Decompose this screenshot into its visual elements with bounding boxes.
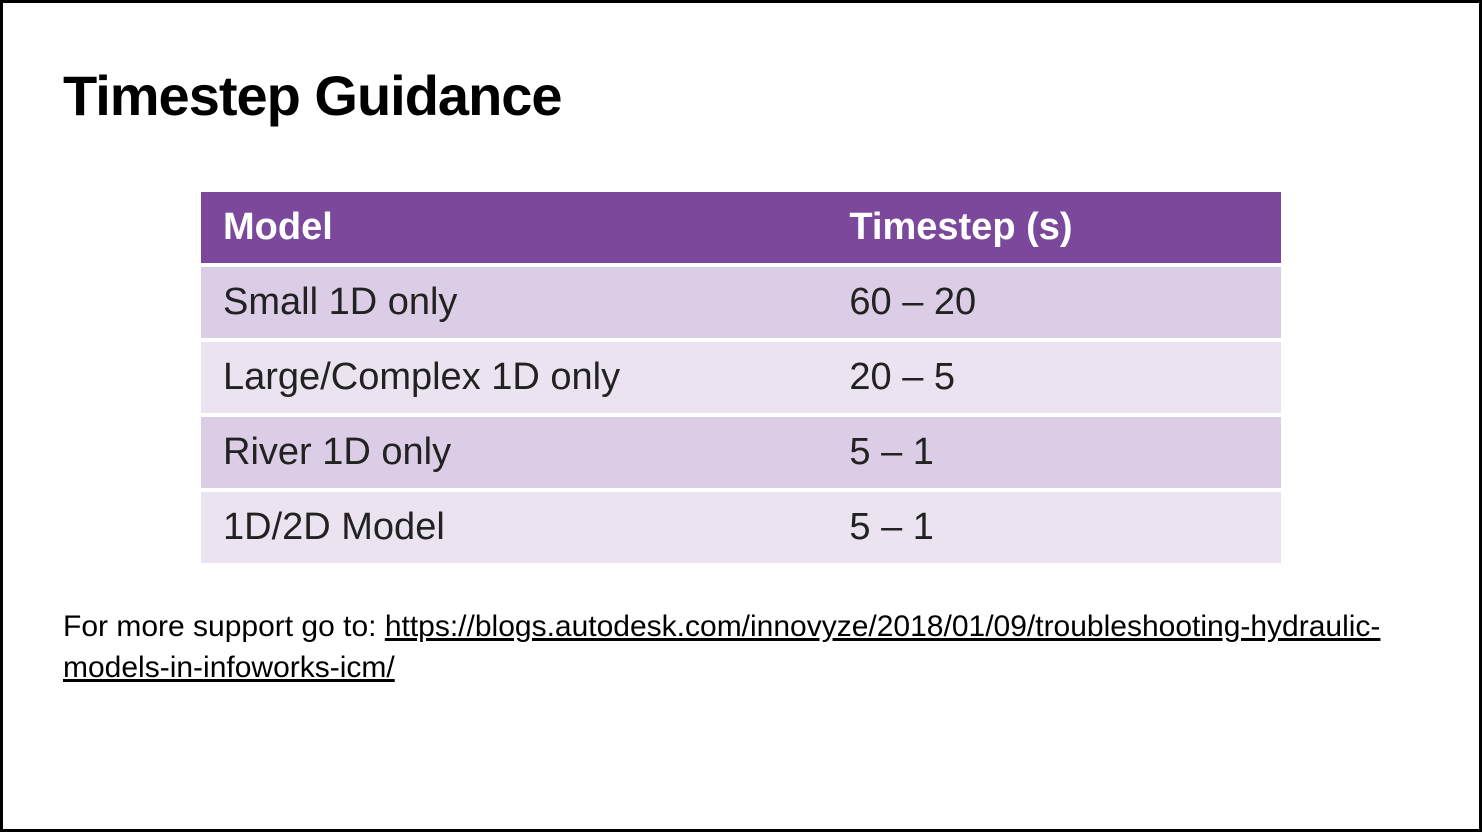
page-title: Timestep Guidance [63,63,1419,128]
table-row: Large/Complex 1D only 20 – 5 [201,342,1281,413]
cell-model: Small 1D only [201,267,827,338]
header-timestep: Timestep (s) [827,192,1281,263]
cell-timestep: 60 – 20 [827,267,1281,338]
table-row: River 1D only 5 – 1 [201,417,1281,488]
cell-model: Large/Complex 1D only [201,342,827,413]
cell-timestep: 5 – 1 [827,417,1281,488]
table-header-row: Model Timestep (s) [201,192,1281,263]
header-model: Model [201,192,827,263]
cell-model: River 1D only [201,417,827,488]
guidance-table-wrap: Model Timestep (s) Small 1D only 60 – 20… [201,188,1281,567]
table-row: 1D/2D Model 5 – 1 [201,492,1281,563]
cell-model: 1D/2D Model [201,492,827,563]
cell-timestep: 20 – 5 [827,342,1281,413]
footnote-prefix: For more support go to: [63,610,385,643]
guidance-table: Model Timestep (s) Small 1D only 60 – 20… [201,188,1281,567]
cell-timestep: 5 – 1 [827,492,1281,563]
slide-frame: Timestep Guidance Model Timestep (s) Sma… [0,0,1482,832]
footnote: For more support go to: https://blogs.au… [63,607,1419,688]
table-row: Small 1D only 60 – 20 [201,267,1281,338]
